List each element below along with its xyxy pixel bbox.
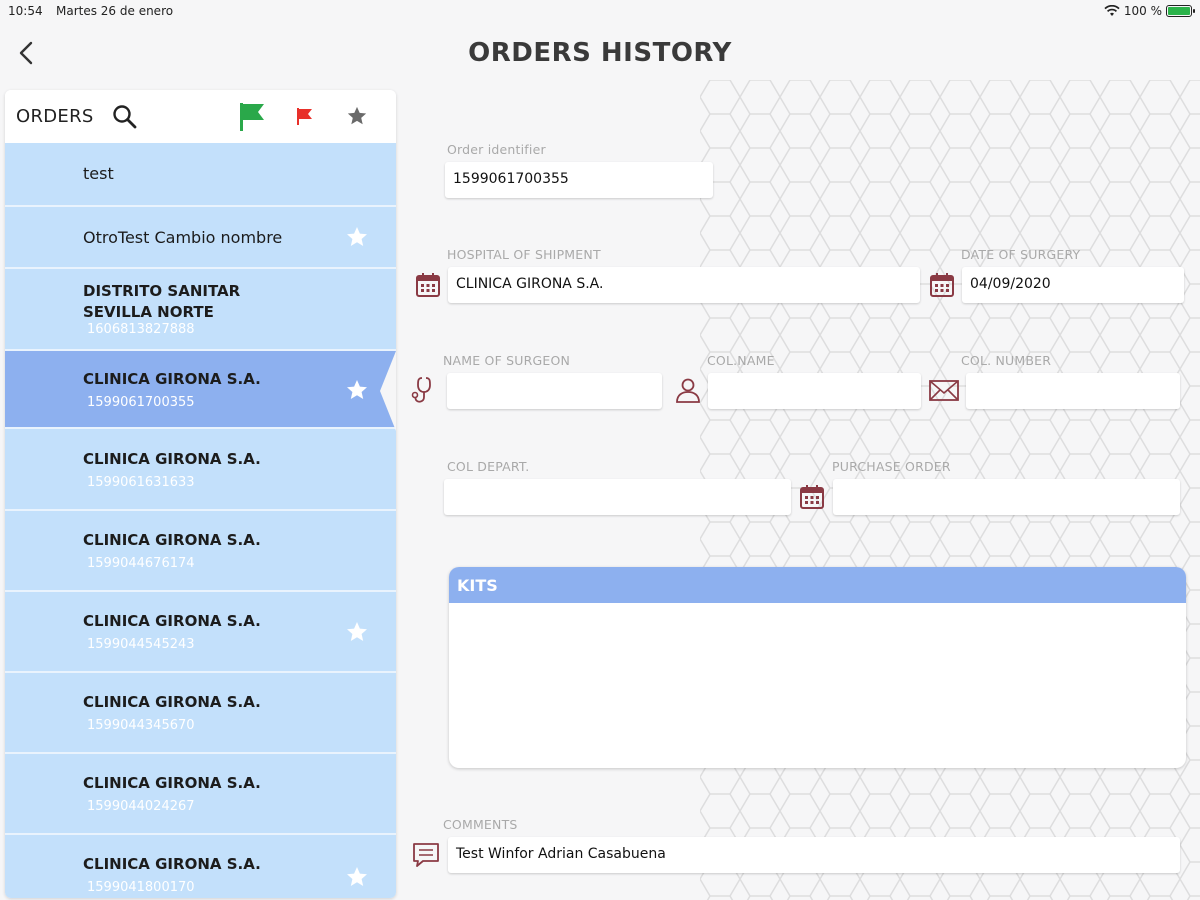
order-id: 1599061700355 bbox=[87, 395, 195, 410]
date-of-surgery-field[interactable]: 04/09/2020 bbox=[962, 267, 1184, 303]
surgeon-field[interactable] bbox=[447, 373, 662, 409]
order-item[interactable]: CLINICA GIRONA S.A. 1599061631633 bbox=[5, 429, 396, 511]
hospital-field[interactable]: CLINICA GIRONA S.A. bbox=[448, 267, 920, 303]
order-name: CLINICA GIRONA S.A. bbox=[83, 370, 261, 388]
order-id: 1606813827888 bbox=[87, 322, 195, 337]
comments-field[interactable]: Test Winfor Adrian Casabuena bbox=[448, 837, 1180, 873]
comments-label: COMMENTS bbox=[443, 817, 518, 832]
col-name-field[interactable] bbox=[708, 373, 921, 409]
order-name: CLINICA GIRONA S.A. bbox=[83, 612, 261, 630]
order-name-line2: SEVILLA NORTE bbox=[83, 303, 214, 321]
order-id: 1599061631633 bbox=[87, 475, 195, 490]
order-name: OtroTest Cambio nombre bbox=[83, 228, 283, 247]
wifi-icon bbox=[1104, 5, 1120, 16]
order-id: 1599044024267 bbox=[87, 799, 195, 814]
purchase-order-label: PURCHASE ORDER bbox=[832, 459, 951, 474]
star-icon[interactable] bbox=[345, 378, 369, 402]
order-item[interactable]: CLINICA GIRONA S.A. 1599044024267 bbox=[5, 754, 396, 835]
battery-percent: 100 % bbox=[1123, 4, 1162, 18]
battery-level bbox=[1168, 7, 1190, 15]
order-item[interactable]: CLINICA GIRONA S.A. 1599044676174 bbox=[5, 511, 396, 592]
status-date: Martes 26 de enero bbox=[56, 4, 174, 18]
order-item[interactable]: test bbox=[5, 143, 396, 207]
date-of-surgery-label: DATE OF SURGERY bbox=[961, 247, 1081, 262]
order-item[interactable]: CLINICA GIRONA S.A. 1599044345670 bbox=[5, 673, 396, 754]
search-icon[interactable] bbox=[111, 103, 139, 131]
order-identifier-field[interactable]: 1599061700355 bbox=[445, 162, 713, 198]
envelope-icon bbox=[929, 380, 959, 401]
orders-panel-header: ORDERS bbox=[5, 90, 396, 143]
order-item[interactable]: CLINICA GIRONA S.A. 1599041800170 bbox=[5, 835, 396, 898]
calendar-icon[interactable] bbox=[414, 271, 442, 299]
star-icon[interactable] bbox=[345, 225, 369, 249]
order-name: test bbox=[83, 164, 114, 183]
status-bar: 10:54 Martes 26 de enero 100 % bbox=[0, 0, 1200, 24]
order-name: CLINICA GIRONA S.A. bbox=[83, 855, 261, 873]
order-name: DISTRITO SANITAR bbox=[83, 282, 241, 300]
page-title: ORDERS HISTORY bbox=[468, 38, 732, 68]
calendar-icon[interactable] bbox=[928, 271, 956, 299]
green-flag-icon[interactable] bbox=[237, 101, 267, 133]
order-item[interactable]: OtroTest Cambio nombre bbox=[5, 207, 396, 269]
order-name: CLINICA GIRONA S.A. bbox=[83, 693, 261, 711]
hospital-label: HOSPITAL OF SHIPMENT bbox=[447, 247, 601, 262]
order-id: 1599044545243 bbox=[87, 637, 195, 652]
kits-header: KITS bbox=[449, 567, 1186, 603]
col-depart-label: COL DEPART. bbox=[447, 459, 530, 474]
col-depart-field[interactable] bbox=[444, 479, 791, 515]
order-identifier-label: Order identifier bbox=[447, 142, 546, 157]
calendar-icon[interactable] bbox=[798, 483, 826, 511]
surgeon-label: NAME OF SURGEON bbox=[443, 353, 571, 368]
star-icon[interactable] bbox=[345, 620, 369, 644]
order-name: CLINICA GIRONA S.A. bbox=[83, 531, 261, 549]
comment-icon bbox=[413, 843, 439, 867]
status-right: 100 % bbox=[1104, 4, 1195, 18]
order-name: CLINICA GIRONA S.A. bbox=[83, 450, 261, 468]
col-number-label: COL. NUMBER bbox=[961, 353, 1052, 368]
red-flag-icon[interactable] bbox=[295, 106, 315, 126]
order-item[interactable]: DISTRITO SANITAR SEVILLA NORTE 160681382… bbox=[5, 269, 396, 351]
status-time: 10:54 bbox=[8, 4, 43, 18]
person-icon bbox=[676, 378, 700, 403]
orders-panel: ORDERS test OtroTest Cambio nombre DISTR… bbox=[5, 90, 396, 898]
star-filter-icon[interactable] bbox=[346, 105, 368, 127]
kits-panel: KITS bbox=[449, 567, 1186, 768]
back-button[interactable] bbox=[12, 38, 42, 68]
stethoscope-icon bbox=[411, 377, 431, 403]
star-icon[interactable] bbox=[345, 865, 369, 889]
order-item[interactable]: CLINICA GIRONA S.A. 1599044545243 bbox=[5, 592, 396, 673]
orders-panel-title: ORDERS bbox=[16, 106, 94, 127]
selected-pointer bbox=[380, 351, 396, 431]
battery-icon bbox=[1166, 5, 1195, 17]
order-id: 1599044345670 bbox=[87, 718, 195, 733]
order-id: 1599041800170 bbox=[87, 880, 195, 895]
col-name-label: COL.NAME bbox=[707, 353, 775, 368]
order-item-selected[interactable]: CLINICA GIRONA S.A. 1599061700355 bbox=[5, 351, 396, 429]
col-number-field[interactable] bbox=[966, 373, 1180, 409]
purchase-order-field[interactable] bbox=[833, 479, 1180, 515]
order-id: 1599044676174 bbox=[87, 556, 195, 571]
order-name: CLINICA GIRONA S.A. bbox=[83, 774, 261, 792]
